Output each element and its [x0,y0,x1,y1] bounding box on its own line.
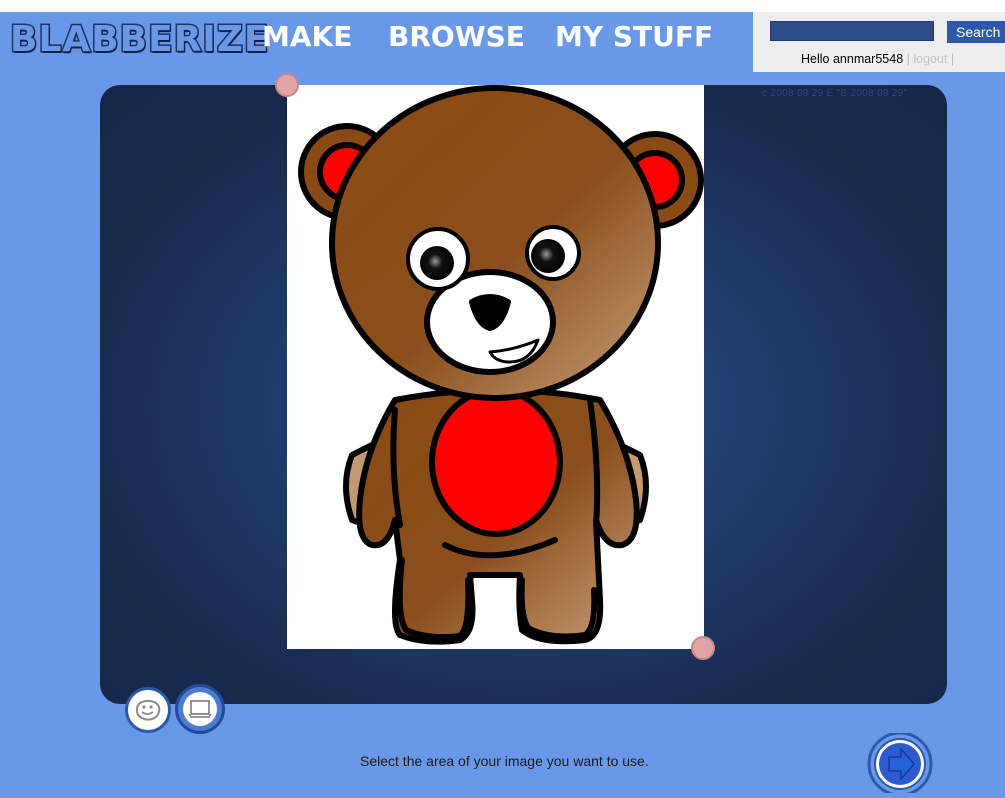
crop-handle-top-left[interactable] [275,73,299,97]
teddy-bear-image [298,85,704,645]
nav-browse[interactable]: BROWSE [388,20,525,53]
rectangle-select-icon [183,692,217,726]
site-logo[interactable]: BLABBERIZE [9,18,271,62]
next-button[interactable] [867,731,933,797]
search-button[interactable]: Search [947,21,1005,43]
nav-make[interactable]: MAKE [262,20,352,53]
stage-caption: c 2008 08 29 E "B 2008 08 29" [762,88,908,99]
greeting: Hello annmar5548 | logout | [801,52,954,66]
separator-end: | [950,52,955,66]
logout-link[interactable]: logout [913,52,947,66]
face-outline-icon [135,699,161,721]
arrow-right-icon [867,731,933,797]
top-strip [0,0,1005,12]
instruction-text: Select the area of your image you want t… [360,753,649,769]
separator: | [906,52,910,66]
uploaded-image[interactable] [287,85,704,649]
crop-handle-bottom-right[interactable] [691,636,715,660]
user-box: Search Hello annmar5548 | logout | [753,12,1005,72]
crop-tool-button[interactable] [175,684,225,734]
greeting-text: Hello annmar5548 [801,52,904,66]
search-input[interactable] [770,21,934,41]
face-tool-button[interactable] [125,687,171,733]
nav-my-stuff[interactable]: MY STUFF [555,20,713,53]
